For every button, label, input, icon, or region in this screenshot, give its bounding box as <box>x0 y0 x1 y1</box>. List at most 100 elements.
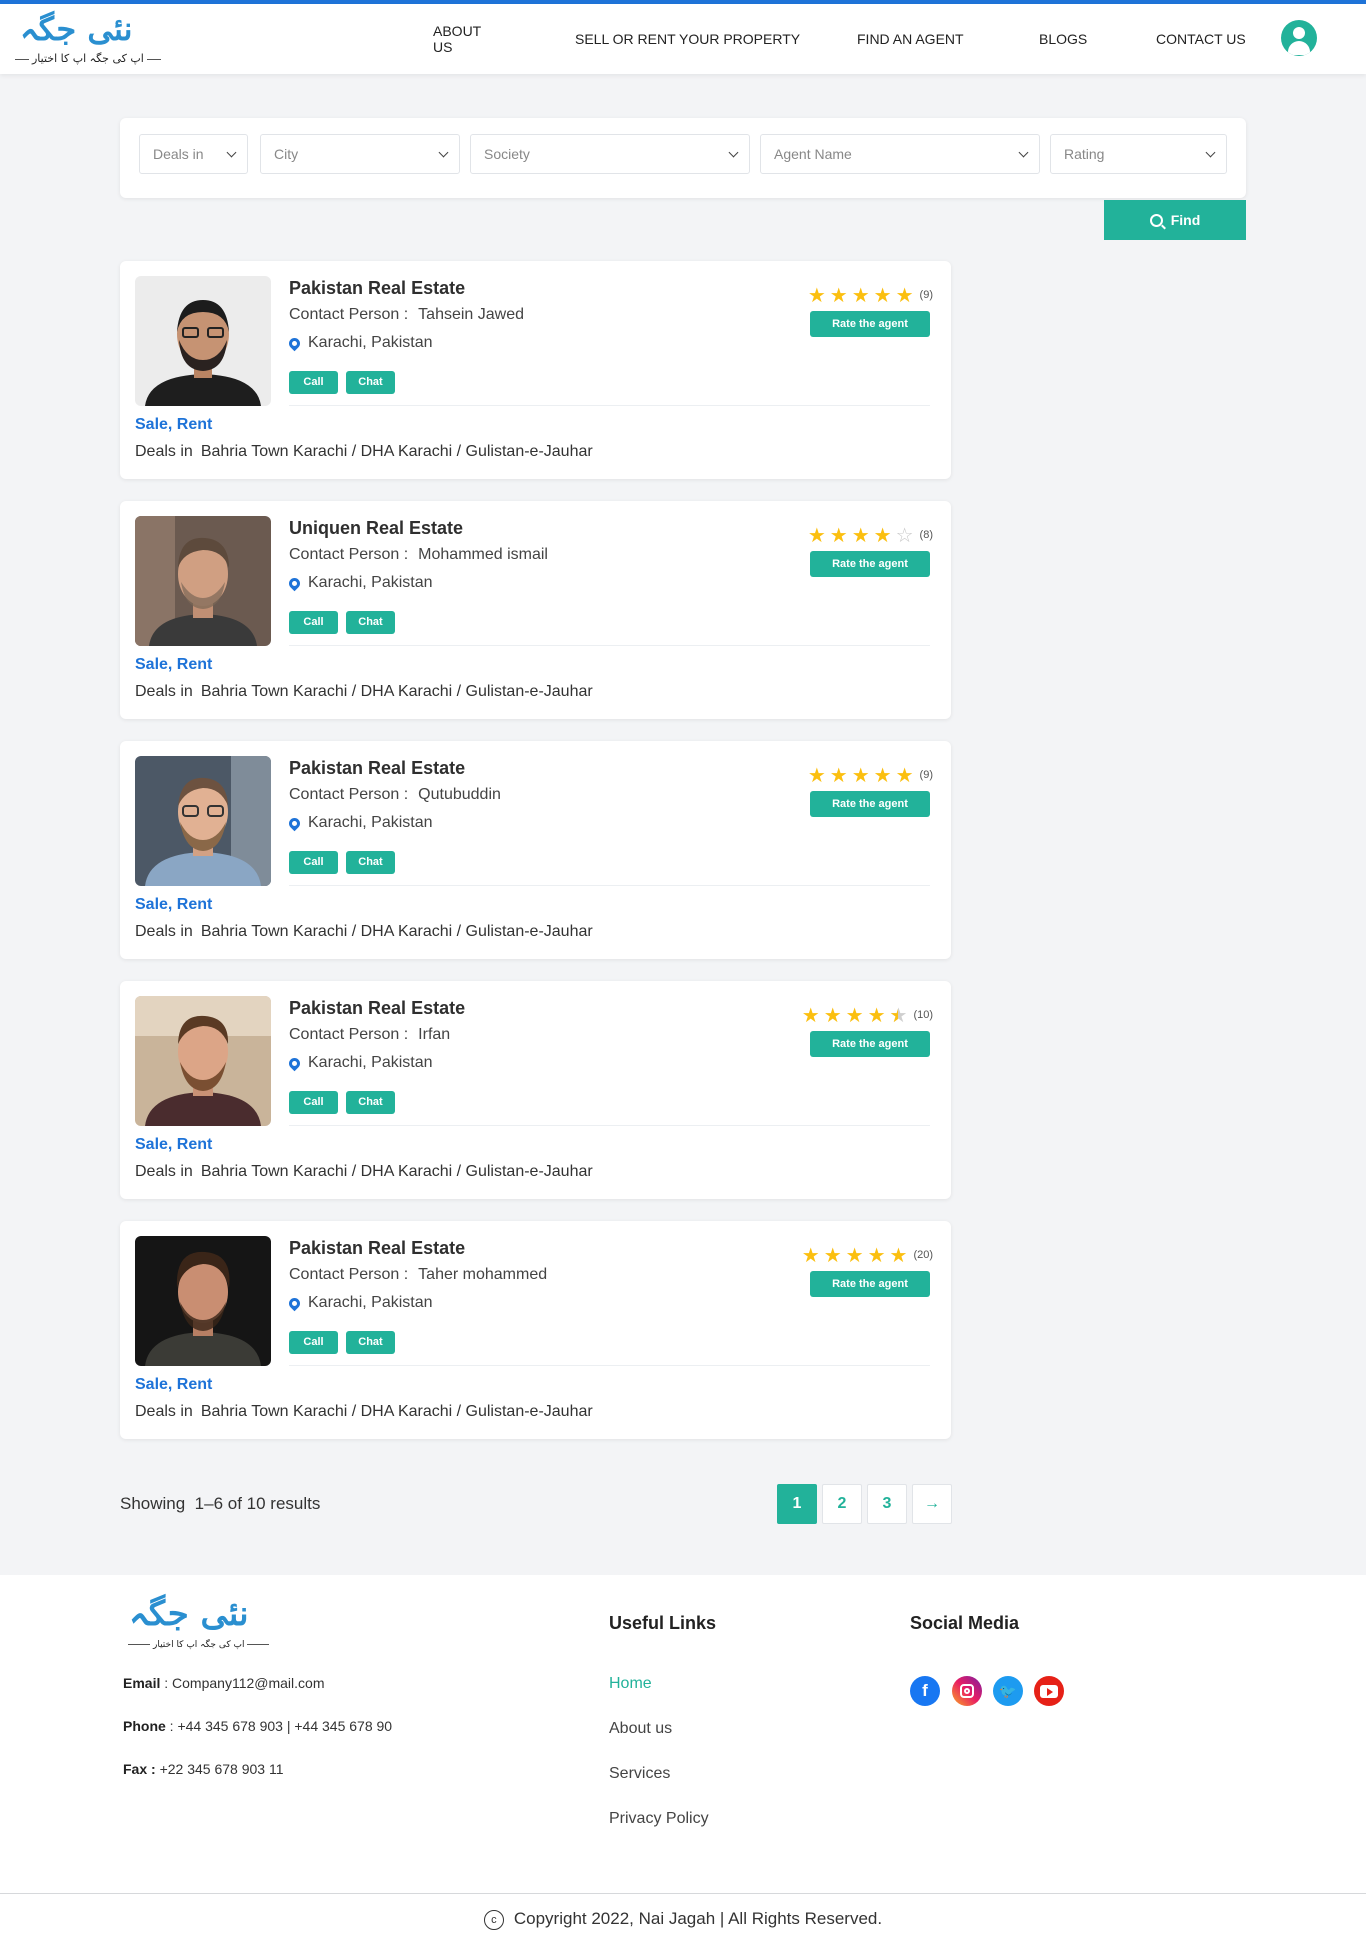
footer-link-about[interactable]: About us <box>609 1720 672 1738</box>
logo-tagline: اپ کی جگہ اپ کا اختیار <box>12 52 164 65</box>
footer-link-services[interactable]: Services <box>609 1765 670 1783</box>
star-rating: ★ ★ ★ ★ ★ (20) <box>802 1243 933 1267</box>
chevron-down-icon <box>1205 147 1216 158</box>
agent-card: Pakistan Real Estate Contact Person : Tah… <box>120 261 951 479</box>
call-button[interactable]: Call <box>289 1331 338 1354</box>
useful-links-title: Useful Links <box>609 1613 717 1633</box>
chevron-down-icon <box>438 147 449 158</box>
contact-person: Contact Person : Tahsein Jawed <box>289 306 525 323</box>
location-pin-icon <box>286 1295 303 1311</box>
logo-wordmark: نئی جگہ <box>20 10 133 48</box>
agent-photo <box>135 276 271 406</box>
call-button[interactable]: Call <box>289 851 338 874</box>
page-button-1[interactable]: 1 <box>777 1484 817 1524</box>
agent-location: Karachi, Pakistan <box>286 334 433 352</box>
nav-about-us[interactable]: ABOUT US <box>433 23 481 55</box>
star-filled-icon: ★ <box>851 283 870 307</box>
star-filled-icon: ★ <box>889 1243 908 1267</box>
rate-agent-button[interactable]: Rate the agent <box>810 551 930 577</box>
nav-blogs[interactable]: BLOGS <box>1039 31 1087 47</box>
footer-email: Email : Company112@mail.com <box>123 1675 325 1691</box>
facebook-icon[interactable]: f <box>910 1676 940 1706</box>
star-filled-icon: ★ <box>845 1243 864 1267</box>
chat-button[interactable]: Chat <box>346 851 395 874</box>
agent-name-select[interactable]: Agent Name <box>760 134 1040 174</box>
agent-photo <box>135 516 271 646</box>
location-pin-icon <box>286 815 303 831</box>
star-half-icon: ★★ <box>889 1003 908 1027</box>
star-filled-icon: ★ <box>851 523 870 547</box>
youtube-icon[interactable] <box>1034 1676 1064 1706</box>
agent-card: Pakistan Real Estate Contact Person : Irf… <box>120 981 951 1199</box>
footer-logo[interactable]: نئی جگہ اپ کی جگہ اپ کا اختیار <box>125 1593 275 1653</box>
star-filled-icon: ★ <box>801 1003 820 1027</box>
agent-location: Karachi, Pakistan <box>286 814 433 832</box>
chat-button[interactable]: Chat <box>346 371 395 394</box>
chat-button[interactable]: Chat <box>346 1331 395 1354</box>
nav-contact-us[interactable]: CONTACT US <box>1156 31 1246 47</box>
call-button[interactable]: Call <box>289 371 338 394</box>
copyright-icon: c <box>483 1910 504 1930</box>
rate-agent-button[interactable]: Rate the agent <box>810 1271 930 1297</box>
review-count: (10) <box>913 1009 933 1021</box>
deals-in-select[interactable]: Deals in <box>139 134 248 174</box>
find-button[interactable]: Find <box>1104 200 1246 240</box>
page-button-2[interactable]: 2 <box>822 1484 862 1524</box>
chat-button[interactable]: Chat <box>346 1091 395 1114</box>
city-select[interactable]: City <box>260 134 460 174</box>
nav-sell-or-rent[interactable]: SELL OR RENT YOUR PROPERTY <box>575 31 800 47</box>
footer-phone: Phone : +44 345 678 903 | +44 345 678 90 <box>123 1718 393 1734</box>
search-icon <box>1149 213 1163 227</box>
star-filled-icon: ★ <box>829 283 848 307</box>
twitter-icon[interactable]: 🐦 <box>993 1676 1023 1706</box>
listing-types: Sale, Rent <box>135 1136 213 1153</box>
footer-link-privacy[interactable]: Privacy Policy <box>609 1810 709 1828</box>
star-filled-icon: ★ <box>829 523 848 547</box>
rating-select-value: Rating <box>1064 146 1105 162</box>
agent-photo <box>135 996 271 1126</box>
deals-in-areas: Deals in Bahria Town Karachi / DHA Karach… <box>135 1163 593 1180</box>
city-select-value: City <box>274 146 299 162</box>
star-filled-icon: ★ <box>807 523 826 547</box>
star-filled-icon: ★ <box>873 283 892 307</box>
call-button[interactable]: Call <box>289 611 338 634</box>
star-filled-icon: ★ <box>873 763 892 787</box>
star-rating: ★ ★ ★ ★ ★ (9) <box>808 763 933 787</box>
arrow-right-icon: → <box>924 1495 940 1512</box>
page-button-3[interactable]: 3 <box>867 1484 907 1524</box>
agency-name: Uniquen Real Estate <box>289 518 464 538</box>
chevron-down-icon <box>226 147 237 158</box>
call-button[interactable]: Call <box>289 1091 338 1114</box>
chat-button[interactable]: Chat <box>346 611 395 634</box>
nav-find-agent[interactable]: FIND AN AGENT <box>857 31 964 47</box>
site-logo[interactable]: نئی جگہ اپ کی جگہ اپ کا اختیار <box>12 10 162 70</box>
listing-types: Sale, Rent <box>135 1376 213 1393</box>
contact-person: Contact Person : Mohammed ismail <box>289 546 548 563</box>
copyright-text: c Copyright 2022, Nai Jagah | All Rights … <box>0 1909 1366 1930</box>
location-pin-icon <box>286 575 303 591</box>
agent-location: Karachi, Pakistan <box>286 574 433 592</box>
star-rating: ★★★★★★(10) <box>802 1003 933 1027</box>
star-filled-icon: ★ <box>895 763 914 787</box>
star-filled-icon: ★ <box>867 1003 886 1027</box>
location-pin-icon <box>286 335 303 351</box>
rate-agent-button[interactable]: Rate the agent <box>810 1031 930 1057</box>
society-select[interactable]: Society <box>470 134 750 174</box>
deals-in-areas: Deals in Bahria Town Karachi / DHA Karach… <box>135 1403 593 1420</box>
agency-name: Pakistan Real Estate <box>289 1238 466 1258</box>
user-circle-icon[interactable] <box>1281 20 1317 56</box>
social-media-title: Social Media <box>910 1613 1020 1633</box>
rate-agent-button[interactable]: Rate the agent <box>810 791 930 817</box>
star-filled-icon: ★ <box>851 763 870 787</box>
next-page-button[interactable]: → <box>912 1484 952 1524</box>
find-button-label: Find <box>1170 212 1201 228</box>
site-footer: نئی جگہ اپ کی جگہ اپ کا اختیار Email : C… <box>0 1575 1366 1953</box>
rating-select[interactable]: Rating <box>1050 134 1227 174</box>
agent-location: Karachi, Pakistan <box>286 1054 433 1072</box>
footer-link-home[interactable]: Home <box>609 1675 652 1693</box>
rate-agent-button[interactable]: Rate the agent <box>810 311 930 337</box>
star-filled-icon: ★ <box>823 1003 842 1027</box>
instagram-icon[interactable] <box>952 1676 982 1706</box>
star-filled-icon: ★ <box>867 1243 886 1267</box>
agent-card: Uniquen Real Estate Contact Person : Moha… <box>120 501 951 719</box>
